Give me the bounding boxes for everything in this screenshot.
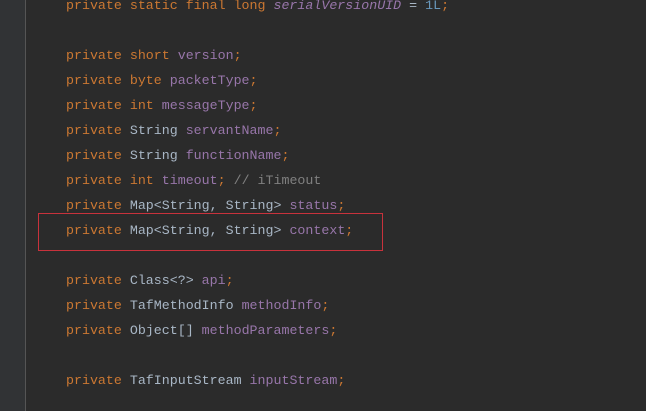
code-token-type: Object[] <box>129 323 202 338</box>
code-token-type: TafMethodInfo <box>129 298 242 313</box>
code-line[interactable]: private String functionName; <box>66 143 449 168</box>
code-token-kw: private int <box>66 173 162 188</box>
code-line[interactable] <box>66 18 449 43</box>
code-token-field: functionName <box>185 148 282 163</box>
code-token-cmt: // iTimeout <box>233 173 322 188</box>
code-token-field: packetType <box>169 73 250 88</box>
code-token-kw: private <box>66 298 130 313</box>
code-token-kw: private byte <box>66 73 170 88</box>
code-token-field: status <box>289 198 338 213</box>
code-token-semi: ; <box>281 148 290 163</box>
code-token-plain: = <box>401 0 426 13</box>
code-token-field: servantName <box>185 123 274 138</box>
code-token-kw: private <box>66 373 130 388</box>
code-token-field: methodInfo <box>241 298 322 313</box>
code-token-sfield: serialVersionUID <box>273 0 402 13</box>
editor-gutter <box>0 0 26 411</box>
code-token-semi: ; <box>249 98 258 113</box>
code-token-kw: private static final long <box>66 0 274 13</box>
code-token-type: String <box>129 148 186 163</box>
code-token-semi: ; <box>225 273 234 288</box>
code-line[interactable]: private TafMethodInfo methodInfo; <box>66 293 449 318</box>
code-token-kw: private int <box>66 98 162 113</box>
code-token-field: version <box>177 48 234 63</box>
code-token-kw: private <box>66 323 130 338</box>
code-line[interactable] <box>66 343 449 368</box>
code-token-type: TafInputStream <box>129 373 250 388</box>
code-line[interactable]: private int messageType; <box>66 93 449 118</box>
code-token-kw: private <box>66 198 130 213</box>
code-line[interactable]: private int timeout; // iTimeout <box>66 168 449 193</box>
code-line[interactable]: private Object[] methodParameters; <box>66 318 449 343</box>
code-line[interactable]: private String servantName; <box>66 118 449 143</box>
code-token-semi: ; <box>249 73 258 88</box>
code-token-semi: ; <box>321 298 330 313</box>
code-line[interactable]: private TafInputStream inputStream; <box>66 368 449 393</box>
code-token-kw: private <box>66 273 130 288</box>
highlight-box <box>38 213 383 251</box>
code-token-num: 1L <box>425 0 442 13</box>
code-line[interactable]: private byte packetType; <box>66 68 449 93</box>
code-token-semi: ; <box>329 323 338 338</box>
code-token-field: timeout <box>161 173 218 188</box>
code-token-semi: ; <box>337 373 346 388</box>
code-token-field: inputStream <box>249 373 338 388</box>
code-token-kw: private short <box>66 48 178 63</box>
code-editor[interactable]: private static final long serialVersionU… <box>66 0 449 393</box>
code-token-type: Map<String, String> <box>129 198 290 213</box>
code-token-kw: private <box>66 148 130 163</box>
code-token-kw: private <box>66 123 130 138</box>
code-token-semi: ; <box>217 173 234 188</box>
code-line[interactable]: private Class<?> api; <box>66 268 449 293</box>
code-line[interactable]: private static final long serialVersionU… <box>66 0 449 18</box>
code-token-semi: ; <box>273 123 282 138</box>
code-token-semi: ; <box>233 48 242 63</box>
code-token-semi: ; <box>337 198 346 213</box>
code-token-semi: ; <box>441 0 450 13</box>
code-token-type: Class<?> <box>129 273 202 288</box>
code-token-field: api <box>201 273 226 288</box>
code-token-type: String <box>129 123 186 138</box>
code-token-field: methodParameters <box>201 323 330 338</box>
code-token-field: messageType <box>161 98 250 113</box>
code-line[interactable]: private short version; <box>66 43 449 68</box>
